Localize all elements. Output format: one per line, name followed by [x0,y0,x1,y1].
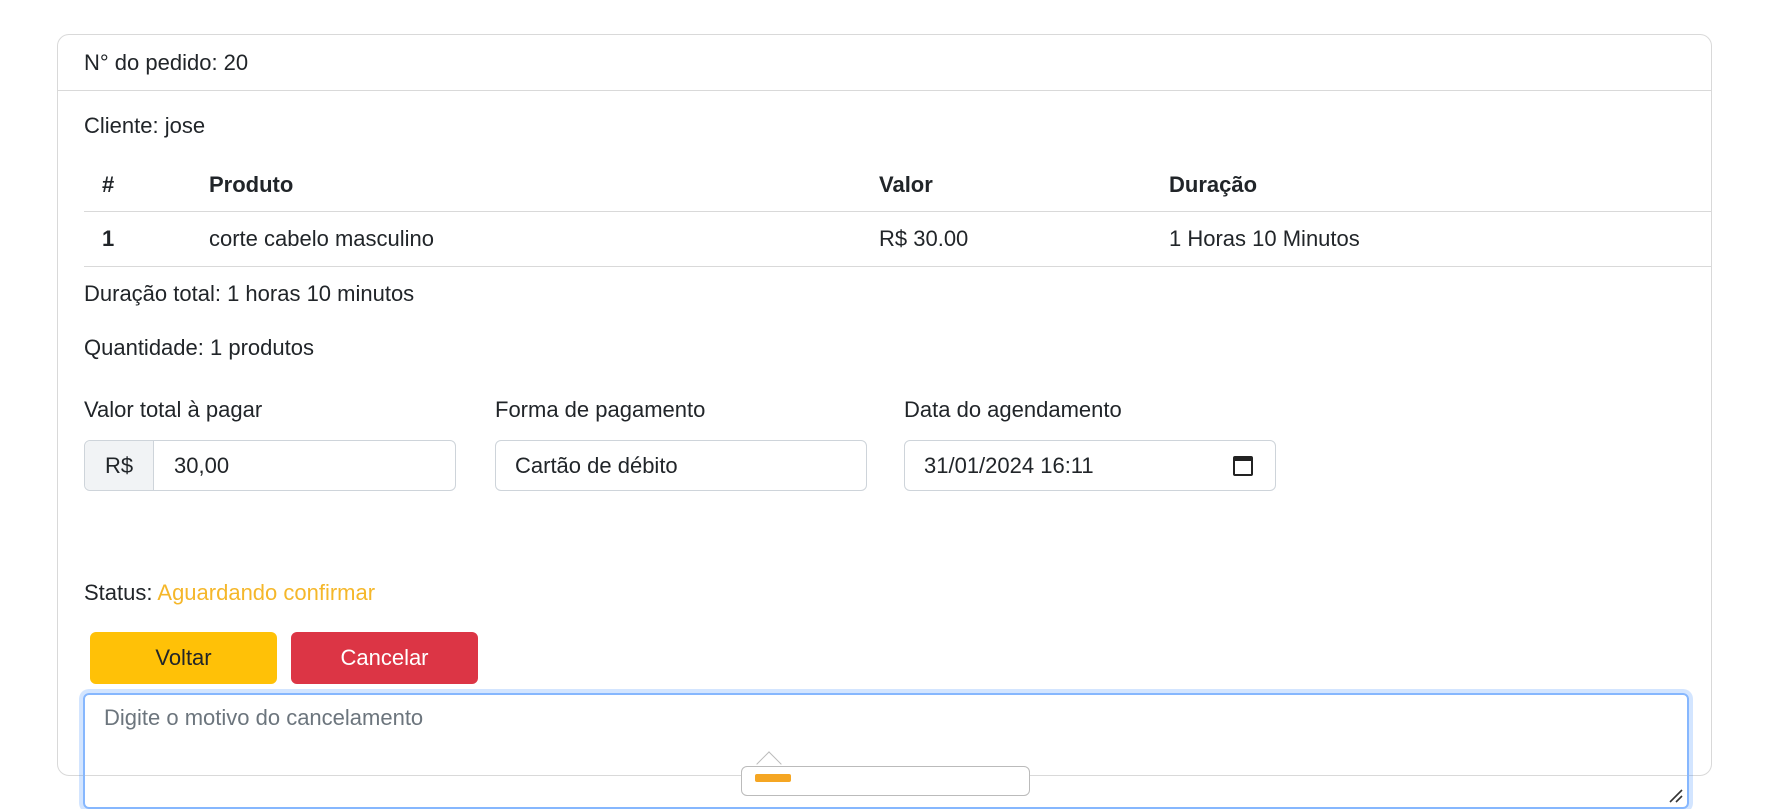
row-number: 1 [84,211,191,267]
date-value: 31/01/2024 16:11 [924,452,1094,478]
warning-icon [755,774,791,782]
row-value: R$ 30.00 [861,211,1151,267]
payment-value: Cartão de débito [515,452,678,478]
row-product: corte cabelo masculino [191,211,861,267]
header-number: # [84,159,191,212]
row-duration: 1 Horas 10 Minutos [1151,211,1712,267]
table-row: 1 corte cabelo masculino R$ 30.00 1 Hora… [84,211,1712,267]
header-duration: Duração [1151,159,1712,212]
payment-method-field[interactable]: Cartão de débito [495,440,867,491]
date-label: Data do agendamento [904,397,1122,422]
total-label: Valor total à pagar [84,397,263,422]
back-button[interactable]: Voltar [90,632,277,684]
status-value: Aguardando confirmar [157,580,376,605]
table-header-row: # Produto Valor Duração [84,159,1712,212]
payment-label: Forma de pagamento [495,397,706,422]
status-label: Status: [84,580,153,605]
header-value: Valor [861,159,1151,212]
calendar-icon[interactable] [1233,455,1253,476]
quantity: Quantidade: 1 produtos [84,335,314,360]
schedule-date-field[interactable]: 31/01/2024 16:11 [904,440,1276,491]
order-number: N° do pedido: 20 [58,35,1711,91]
duration-total: Duração total: 1 horas 10 minutos [84,281,415,306]
header-product: Produto [191,159,861,212]
status-line: Status: Aguardando confirmar [84,580,375,606]
total-value: 30,00 [174,452,230,478]
resize-handle-icon[interactable] [1667,787,1683,803]
total-value-field[interactable]: R$ 30,00 [84,440,456,491]
currency-prefix: R$ [85,441,154,490]
products-table: # Produto Valor Duração 1 corte cabelo m… [84,159,1712,267]
cancel-reason-placeholder: Digite o motivo do cancelamento [104,705,424,730]
cancel-button[interactable]: Cancelar [291,632,478,684]
client-name: Cliente: jose [84,113,206,138]
order-card: N° do pedido: 20 Cliente: jose # Produto… [57,34,1712,809]
